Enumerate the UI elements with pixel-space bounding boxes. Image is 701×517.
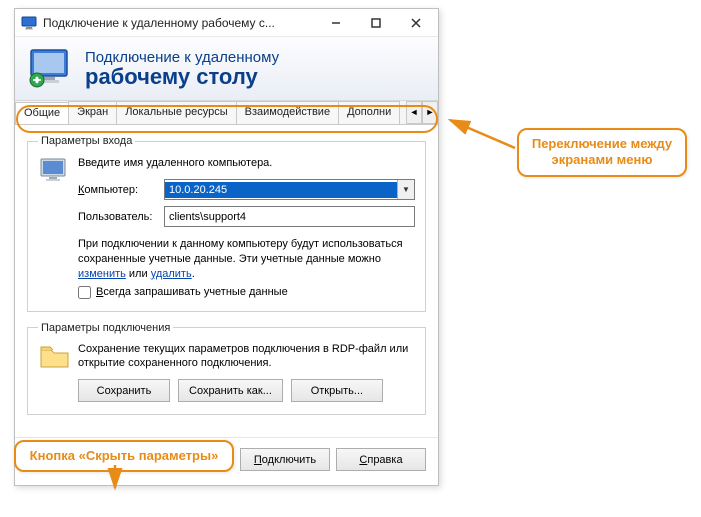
connection-group: Параметры подключения Сохранение текущих… bbox=[27, 322, 426, 416]
always-ask-label: Всегда запрашивать учетные данные bbox=[96, 286, 288, 298]
edit-credentials-link[interactable]: изменить bbox=[78, 268, 126, 280]
maximize-button[interactable] bbox=[356, 9, 396, 37]
rdp-banner-icon bbox=[27, 48, 73, 90]
saved-credentials-text: При подключении к данному компьютеру буд… bbox=[78, 237, 415, 282]
tab-advanced[interactable]: Дополни bbox=[338, 101, 400, 124]
close-button[interactable] bbox=[396, 9, 436, 37]
login-instruction: Введите имя удаленного компьютера. bbox=[78, 157, 415, 169]
connect-button[interactable]: Подключить bbox=[240, 448, 330, 471]
connection-group-legend: Параметры подключения bbox=[38, 322, 173, 334]
tab-scroll-right[interactable]: ► bbox=[422, 101, 438, 124]
annotation-tabs-callout: Переключение между экранами меню bbox=[517, 128, 687, 177]
user-label: Пользователь: bbox=[78, 211, 164, 223]
delete-credentials-link[interactable]: удалить bbox=[151, 268, 192, 280]
login-group: Параметры входа Введите имя удаленного к… bbox=[27, 135, 426, 312]
window-title: Подключение к удаленному рабочему с... bbox=[43, 16, 316, 30]
computer-label: Компьютер: bbox=[78, 184, 164, 196]
annotation-hide-callout: Кнопка «Скрыть параметры» bbox=[14, 440, 234, 472]
banner: Подключение к удаленному рабочему столу bbox=[15, 37, 438, 101]
user-input[interactable] bbox=[164, 206, 415, 227]
connection-description: Сохранение текущих параметров подключени… bbox=[78, 342, 415, 372]
computer-input[interactable] bbox=[165, 182, 397, 198]
tab-experience[interactable]: Взаимодействие bbox=[236, 101, 339, 124]
login-group-legend: Параметры входа bbox=[38, 135, 135, 147]
folder-icon bbox=[38, 342, 78, 372]
banner-line2: рабочему столу bbox=[85, 66, 279, 88]
save-button[interactable]: Сохранить bbox=[78, 379, 170, 402]
rdp-window: Подключение к удаленному рабочему с... П… bbox=[14, 8, 439, 486]
always-ask-checkbox[interactable] bbox=[78, 286, 91, 299]
titlebar: Подключение к удаленному рабочему с... bbox=[15, 9, 438, 37]
open-button[interactable]: Открыть... bbox=[291, 379, 383, 402]
tab-scroll-left[interactable]: ◄ bbox=[406, 101, 422, 124]
tab-local-resources[interactable]: Локальные ресурсы bbox=[116, 101, 236, 124]
help-button[interactable]: Справка bbox=[336, 448, 426, 471]
minimize-button[interactable] bbox=[316, 9, 356, 37]
chevron-down-icon[interactable]: ▼ bbox=[397, 180, 414, 199]
banner-text: Подключение к удаленному рабочему столу bbox=[85, 49, 279, 88]
tab-general[interactable]: Общие bbox=[15, 102, 69, 124]
app-icon bbox=[21, 15, 37, 31]
save-as-button[interactable]: Сохранить как... bbox=[178, 379, 283, 402]
tab-display[interactable]: Экран bbox=[68, 101, 117, 124]
tabs-bar: Общие Экран Локальные ресурсы Взаимодейс… bbox=[15, 101, 438, 125]
computer-icon bbox=[38, 155, 78, 189]
computer-combo[interactable]: ▼ bbox=[164, 179, 415, 200]
